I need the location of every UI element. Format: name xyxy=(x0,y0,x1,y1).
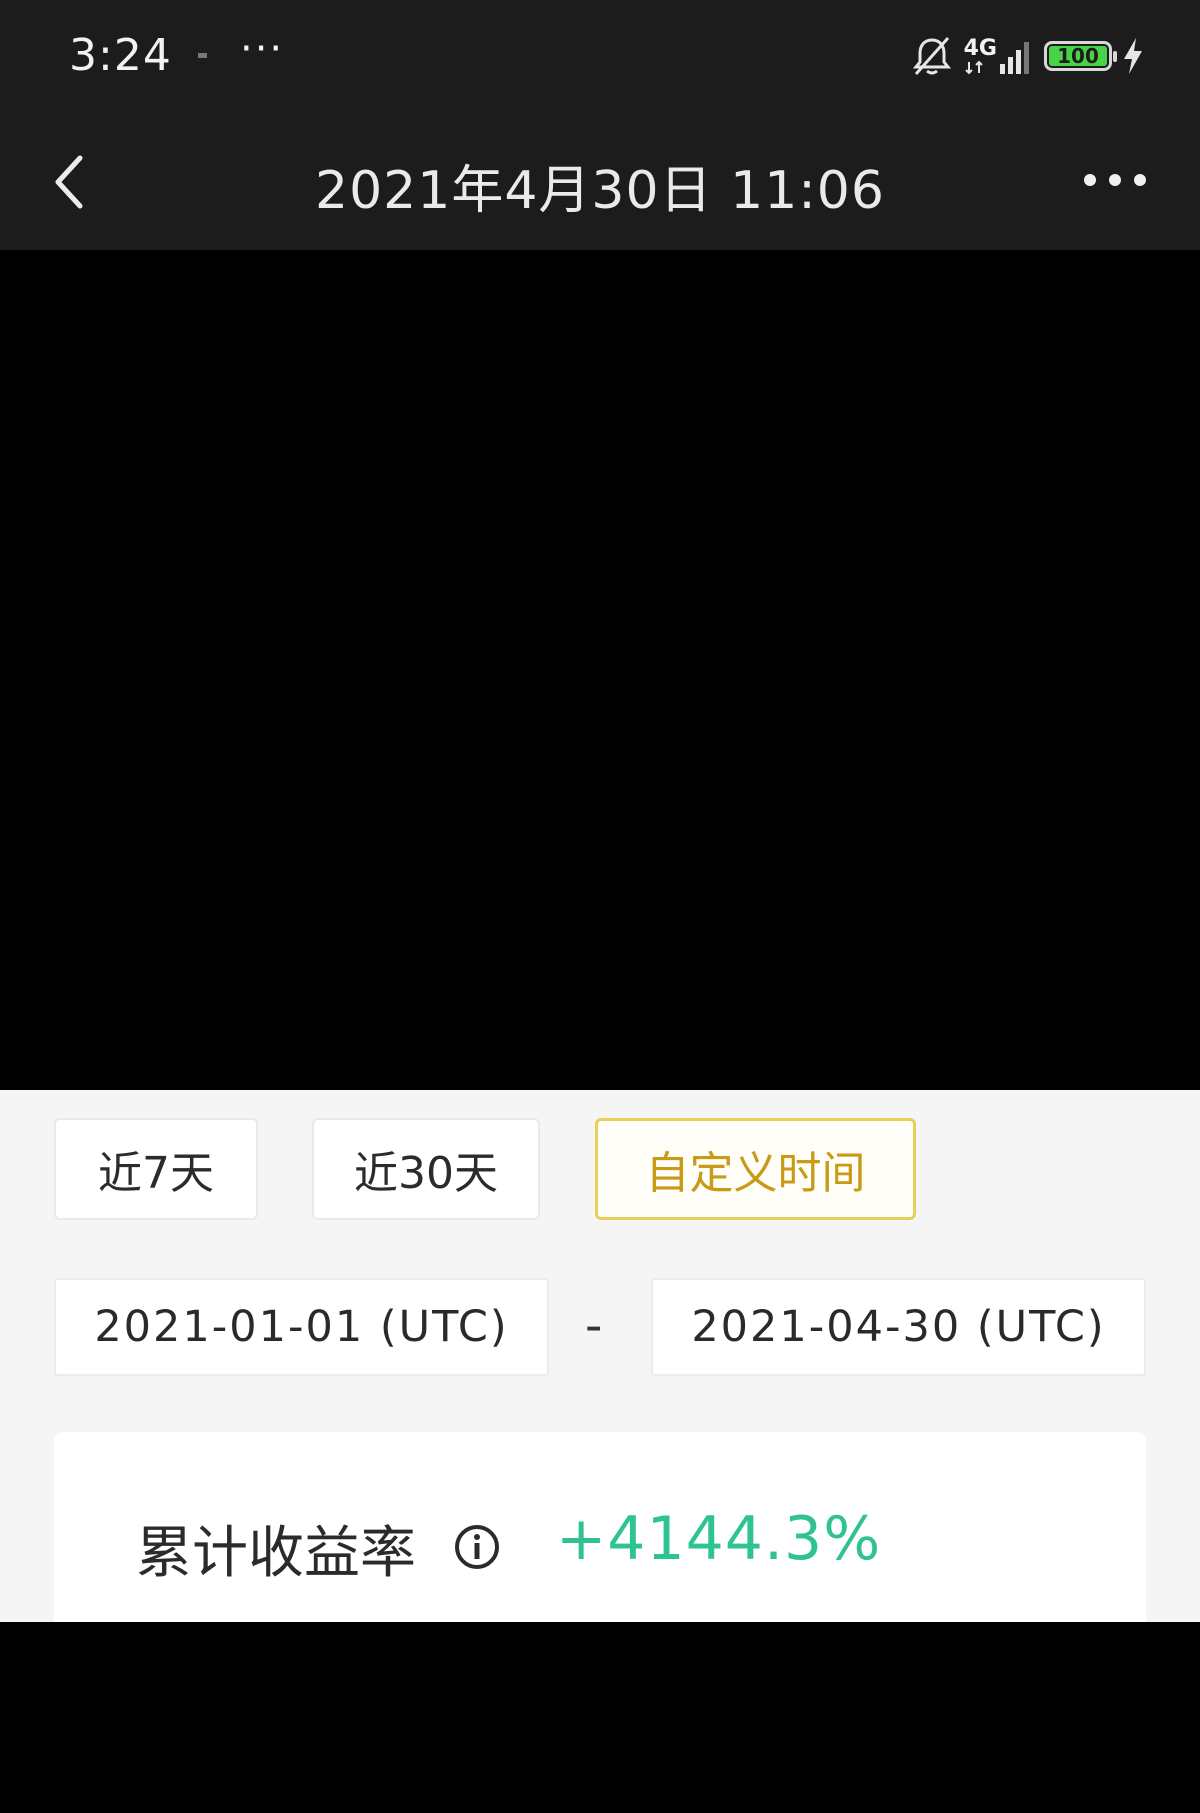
info-icon[interactable] xyxy=(454,1524,500,1570)
tab-label: 自定义时间 xyxy=(645,1148,866,1199)
status-indicators: 4G 100 xyxy=(910,34,1144,78)
performance-panel: 近7天 近30天 自定义时间 2021-01-01 (UTC) - 2021-0… xyxy=(0,1090,1200,1622)
signal-icon: 4G xyxy=(964,38,1034,74)
start-date-value: 2021-01-01 (UTC) xyxy=(94,1302,509,1352)
page-title: 2021年4月30日 11:06 xyxy=(315,161,885,221)
media-viewport xyxy=(0,250,1200,1090)
tab-last-30-days[interactable]: 近30天 xyxy=(312,1118,540,1220)
charging-bolt-icon xyxy=(1124,38,1142,74)
tab-label: 近7天 xyxy=(98,1148,214,1199)
battery-icon: 100 xyxy=(1044,41,1117,71)
start-date-field[interactable]: 2021-01-01 (UTC) xyxy=(54,1278,549,1376)
tab-last-7-days[interactable]: 近7天 xyxy=(54,1118,258,1220)
battery-level: 100 xyxy=(1049,46,1107,66)
cumulative-return-value: +4144.3% xyxy=(556,1504,882,1574)
status-time: 3:24 xyxy=(69,30,172,81)
tab-label: 近30天 xyxy=(354,1148,498,1199)
app-header: 2021年4月30日 11:06 xyxy=(0,120,1200,250)
end-date-value: 2021-04-30 (UTC) xyxy=(691,1302,1106,1352)
notification-mini-icon xyxy=(198,53,207,58)
result-card: 累计收益率 +4144.3% xyxy=(54,1432,1146,1622)
status-bar: 3:24 ··· 4G 100 xyxy=(0,0,1200,120)
date-separator: - xyxy=(585,1298,603,1354)
bell-muted-icon xyxy=(912,37,951,75)
cumulative-return-label: 累计收益率 xyxy=(136,1521,416,1586)
tab-custom-time[interactable]: 自定义时间 xyxy=(595,1118,916,1220)
more-dots-icon xyxy=(1084,174,1146,186)
bottom-overlay xyxy=(0,1622,1200,1813)
more-button[interactable] xyxy=(1075,160,1155,200)
status-overflow: ··· xyxy=(240,26,285,72)
end-date-field[interactable]: 2021-04-30 (UTC) xyxy=(651,1278,1146,1376)
network-type: 4G xyxy=(963,36,997,61)
